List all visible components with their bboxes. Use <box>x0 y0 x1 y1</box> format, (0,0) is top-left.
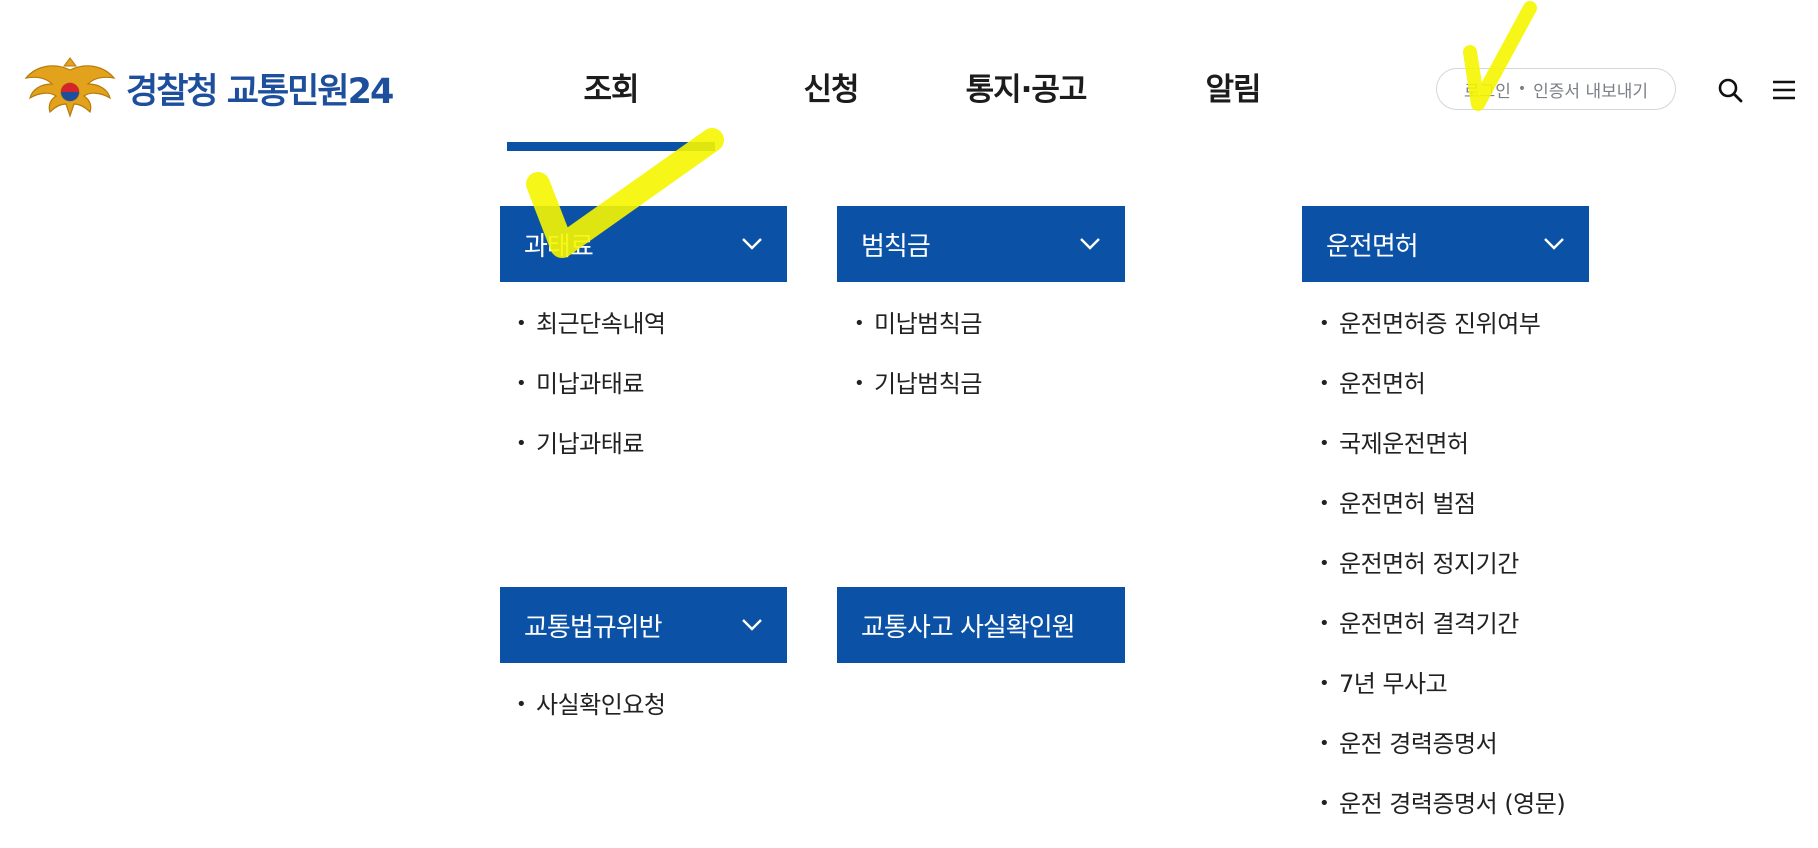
submenu-label: 국제운전면허 <box>1339 430 1469 458</box>
submenu-item-disqualification-period[interactable]: • 운전면허 결격기간 <box>1315 601 1565 661</box>
cert-export-link[interactable]: 인증서 내보내기 <box>1533 77 1648 102</box>
penalty-submenu: • 미납범칙금 • 기납범칙금 <box>850 301 982 421</box>
bullet: • <box>1318 613 1330 634</box>
bullet: • <box>515 694 527 715</box>
category-title: 운전면허 <box>1326 231 1419 262</box>
bullet: • <box>853 313 865 334</box>
bullet: • <box>1318 733 1330 754</box>
submenu-label: 최근단속내역 <box>536 310 666 338</box>
chevron-down-icon <box>742 619 762 631</box>
submenu-label: 운전면허 벌점 <box>1339 490 1476 518</box>
submenu-label: 7년 무사고 <box>1339 670 1448 698</box>
submenu-item-fact-check-request[interactable]: • 사실확인요청 <box>512 682 666 742</box>
bullet: • <box>1318 313 1330 334</box>
category-title: 교통법규위반 <box>524 612 663 643</box>
bullet: • <box>1318 553 1330 574</box>
submenu-item-driving-record[interactable]: • 운전 경력증명서 <box>1315 721 1565 781</box>
category-penalty[interactable]: 범칙금 <box>837 206 1125 282</box>
category-traffic-violation[interactable]: 교통법규위반 <box>500 587 787 663</box>
submenu-label: 운전 경력증명서 (영문) <box>1339 790 1566 818</box>
chevron-down-icon <box>1544 238 1564 250</box>
submenu-item-license-points[interactable]: • 운전면허 벌점 <box>1315 481 1565 541</box>
nav-item-inquiry[interactable]: 조회 <box>583 62 639 118</box>
separator-dot: • <box>1517 81 1527 97</box>
bullet: • <box>1318 433 1330 454</box>
bullet: • <box>515 313 527 334</box>
active-nav-indicator <box>507 142 715 151</box>
submenu-label: 기납범칙금 <box>874 370 982 398</box>
submenu-item-suspension-period[interactable]: • 운전면허 정지기간 <box>1315 541 1565 601</box>
submenu-label: 기납과태료 <box>536 430 644 458</box>
bullet: • <box>1318 493 1330 514</box>
bullet: • <box>1318 373 1330 394</box>
submenu-label: 미납과태료 <box>536 370 644 398</box>
bullet: • <box>515 373 527 394</box>
submenu-item-unpaid-penalty[interactable]: • 미납범칙금 <box>850 301 982 361</box>
hamburger-menu-icon[interactable] <box>1770 76 1798 104</box>
login-cert-bar: 로그인 • 인증서 내보내기 <box>1436 68 1676 110</box>
submenu-item-international-license[interactable]: • 국제운전면허 <box>1315 421 1565 481</box>
site-title: 경찰청 교통민원24 <box>126 71 394 112</box>
submenu-item-recent-violations[interactable]: • 최근단속내역 <box>512 301 666 361</box>
bullet: • <box>1318 793 1330 814</box>
chevron-down-icon <box>1080 238 1100 250</box>
submenu-item-license-authenticity[interactable]: • 운전면허증 진위여부 <box>1315 301 1565 361</box>
chevron-down-icon <box>742 238 762 250</box>
traffic-violation-submenu: • 사실확인요청 <box>512 682 666 742</box>
nav-item-news[interactable]: 알림 <box>1205 62 1261 118</box>
submenu-label: 미납범칙금 <box>874 310 982 338</box>
bullet: • <box>1318 673 1330 694</box>
submenu-label: 사실확인요청 <box>536 691 666 719</box>
category-driver-license[interactable]: 운전면허 <box>1302 206 1589 282</box>
category-title: 범칙금 <box>861 231 931 262</box>
driver-license-submenu: • 운전면허증 진위여부 • 운전면허 • 국제운전면허 • 운전면허 벌점 • 운전면허… <box>1315 301 1566 841</box>
fine-submenu: • 최근단속내역 • 미납과태료 • 기납과태료 <box>512 301 666 481</box>
submenu-item-paid-fine[interactable]: • 기납과태료 <box>512 421 665 481</box>
submenu-label: 운전면허증 진위여부 <box>1339 310 1541 338</box>
submenu-item-license[interactable]: • 운전면허 <box>1315 361 1565 421</box>
nav-item-apply[interactable]: 신청 <box>803 62 859 118</box>
submenu-label: 운전면허 정지기간 <box>1339 550 1519 578</box>
category-accident-certificate[interactable]: 교통사고 사실확인원 <box>837 587 1125 663</box>
bullet: • <box>853 373 865 394</box>
submenu-item-paid-penalty[interactable]: • 기납범칙금 <box>850 361 982 421</box>
category-title: 교통사고 사실확인원 <box>861 612 1076 643</box>
login-link[interactable]: 로그인 <box>1464 77 1511 102</box>
site-logo[interactable]: 경찰청 교통민원24 <box>24 57 394 118</box>
category-fine[interactable]: 과태료 <box>500 206 787 282</box>
submenu-item-seven-year-safe[interactable]: • 7년 무사고 <box>1315 661 1565 721</box>
submenu-item-unpaid-fine[interactable]: • 미납과태료 <box>512 361 665 421</box>
submenu-label: 운전 경력증명서 <box>1339 730 1498 758</box>
nav-item-notice[interactable]: 통지·공고 <box>966 62 1088 118</box>
bullet: • <box>515 433 527 454</box>
submenu-label: 운전면허 <box>1339 370 1426 398</box>
search-icon[interactable] <box>1716 76 1744 104</box>
submenu-label: 운전면허 결격기간 <box>1339 610 1519 638</box>
submenu-item-driving-record-english[interactable]: • 운전 경력증명서 (영문) <box>1315 781 1566 841</box>
police-emblem-icon <box>24 57 116 118</box>
category-title: 과태료 <box>524 231 594 262</box>
